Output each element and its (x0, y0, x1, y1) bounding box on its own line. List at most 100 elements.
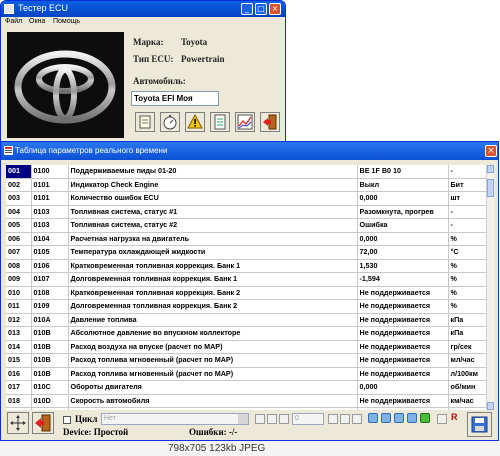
scroll-thumb[interactable] (487, 179, 494, 197)
parameters-grid[interactable]: 001 0100 Поддерживаемые пиды 01-20 BE 1F B0… (6, 165, 486, 410)
scroll-up-arrow[interactable] (487, 165, 494, 173)
car-field[interactable]: Toyota EFI Моя (131, 91, 219, 106)
scroll-down-arrow[interactable] (487, 402, 494, 410)
table-row[interactable]: 017 010C Обороты двигателя 0,000 об/мин (6, 380, 486, 395)
bottom-toolbar: Цикл Нет 0 R Device: Простой Ошибки: -/- (1, 410, 498, 440)
parameter-name-cell: Поддерживаемые пиды 01-20 (68, 165, 358, 179)
option-box-2[interactable] (267, 414, 277, 424)
parameter-name-cell: Давление топлива (68, 313, 358, 327)
option-box-5[interactable] (340, 414, 350, 424)
window-title: Таблица параметров реального времени (15, 146, 168, 155)
warning-button[interactable] (185, 112, 205, 132)
table-row[interactable]: 013 010B Абсолютное давление во впускном к… (6, 326, 486, 341)
counter-field[interactable]: 0 (292, 413, 324, 425)
parameter-name-cell: Абсолютное давление во впускном коллекто… (68, 326, 358, 341)
unit-cell: % (448, 286, 486, 300)
exit-button[interactable] (32, 412, 54, 434)
table-row[interactable]: 014 010B Расход воздуха на впуске (расчет … (6, 340, 486, 354)
table-row[interactable]: 015 010B Расход топлива мгновенный (расчет… (6, 353, 486, 368)
stopwatch-button[interactable] (160, 112, 180, 132)
table-row[interactable]: 011 0109 Долговременная топливная коррекци… (6, 299, 486, 314)
table-row[interactable]: 002 0101 Индикатор Check Engine Выкл Бит (6, 178, 486, 192)
value-cell: Не поддерживается (357, 299, 449, 314)
row-number-cell: 005 (6, 218, 32, 233)
option-box-7[interactable] (437, 414, 447, 424)
value-cell: Не поддерживается (357, 286, 449, 300)
option-box-6[interactable] (352, 414, 362, 424)
unit-cell: % (448, 299, 486, 314)
close-button[interactable]: × (485, 145, 497, 157)
unit-cell: л/100км (448, 367, 486, 381)
option-box-4[interactable] (328, 414, 338, 424)
unit-cell: - (448, 205, 486, 219)
maximize-button[interactable]: □ (255, 3, 267, 15)
table-row[interactable]: 018 010D Скорость автомобиля Не поддерживае… (6, 394, 486, 408)
menu-help[interactable]: Помощь (53, 18, 80, 25)
pid-cell: 010B (31, 340, 69, 354)
save-disk-icon (471, 416, 488, 433)
value-cell: 1,530 (357, 259, 449, 273)
unit-cell: - (448, 218, 486, 233)
cycle-combo[interactable]: Нет (101, 413, 249, 425)
image-info-text: 798x705 123kb JPEG (168, 443, 266, 454)
title-bar[interactable]: Тестер ECU _ □ × (1, 1, 285, 17)
unit-cell: % (448, 272, 486, 287)
mode-green-icon[interactable] (420, 413, 430, 423)
report-button[interactable] (210, 112, 230, 132)
vertical-scrollbar[interactable] (486, 165, 494, 410)
table-row[interactable]: 016 010B Расход топлива мгновенный (расчет… (6, 367, 486, 381)
value-cell: 0,000 (357, 380, 449, 395)
mode-blue-1-icon[interactable] (368, 413, 378, 423)
navigate-button[interactable] (7, 412, 29, 434)
mode-blue-3-icon[interactable] (394, 413, 404, 423)
pid-cell: 0109 (31, 299, 69, 314)
chart-button[interactable] (235, 112, 255, 132)
parameter-name-cell: Кратковременная топливная коррекция. Бан… (68, 286, 358, 300)
notepad-button[interactable] (135, 112, 155, 132)
value-cell: Разомкнута, прогрев (357, 205, 449, 219)
table-row[interactable]: 007 0105 Температура охлаждающей жидкости 7… (6, 245, 486, 260)
minimize-button[interactable]: _ (241, 3, 253, 15)
ecu-type-label: Тип ECU: (133, 54, 174, 64)
table-row[interactable]: 003 0101 Количество ошибок ECU 0,000 шт (6, 191, 486, 206)
table-row[interactable]: 005 0103 Топливная система, статус #2 Ошибк… (6, 218, 486, 233)
parameter-name-cell: Температура охлаждающей жидкости (68, 245, 358, 260)
option-box-1[interactable] (255, 414, 265, 424)
title-bar[interactable]: Таблица параметров реального времени × (1, 142, 498, 160)
save-button[interactable] (467, 412, 492, 437)
table-row[interactable]: 006 0104 Расчетная нагрузка на двигатель 0,… (6, 232, 486, 246)
menu-windows[interactable]: Окна (29, 18, 45, 25)
pid-cell: 0106 (31, 259, 69, 273)
row-number-cell: 006 (6, 232, 32, 246)
mode-blue-2-icon[interactable] (381, 413, 391, 423)
cycle-checkbox[interactable] (63, 416, 71, 424)
mode-blue-4-icon[interactable] (407, 413, 417, 423)
table-row[interactable]: 001 0100 Поддерживаемые пиды 01-20 BE 1F B0… (6, 165, 486, 179)
parameter-name-cell: Кратковременная топливная коррекция. Бан… (68, 259, 358, 273)
record-r-icon[interactable]: R (451, 412, 458, 422)
table-row[interactable]: 010 0108 Кратковременная топливная коррекц… (6, 286, 486, 300)
row-number-cell: 003 (6, 191, 32, 206)
parameter-name-cell: Долговременная топливная коррекция. Банк… (68, 299, 358, 314)
warning-icon (187, 113, 203, 129)
value-cell: 72,00 (357, 245, 449, 260)
row-number-cell: 016 (6, 367, 32, 381)
pid-cell: 0103 (31, 218, 69, 233)
option-box-3[interactable] (279, 414, 289, 424)
close-button[interactable]: × (269, 3, 281, 15)
menu-file[interactable]: Файл (5, 18, 22, 25)
chevron-down-icon[interactable] (238, 414, 248, 424)
table-row[interactable]: 008 0106 Кратковременная топливная коррекц… (6, 259, 486, 273)
exit-button[interactable] (260, 112, 280, 132)
table-row[interactable]: 009 0107 Долговременная топливная коррекци… (6, 272, 486, 287)
pid-cell: 010B (31, 353, 69, 368)
unit-cell: % (448, 232, 486, 246)
value-cell: Не поддерживается (357, 353, 449, 368)
value-cell: 0,000 (357, 232, 449, 246)
ecu-tester-window: Тестер ECU _ □ × Файл Окна Помощь Марка:… (0, 0, 286, 144)
app-icon (4, 146, 13, 155)
table-row[interactable]: 004 0103 Топливная система, статус #1 Разом… (6, 205, 486, 219)
pid-cell: 010B (31, 326, 69, 341)
row-number-cell: 011 (6, 299, 32, 314)
table-row[interactable]: 012 010A Давление топлива Не поддерживается… (6, 313, 486, 327)
